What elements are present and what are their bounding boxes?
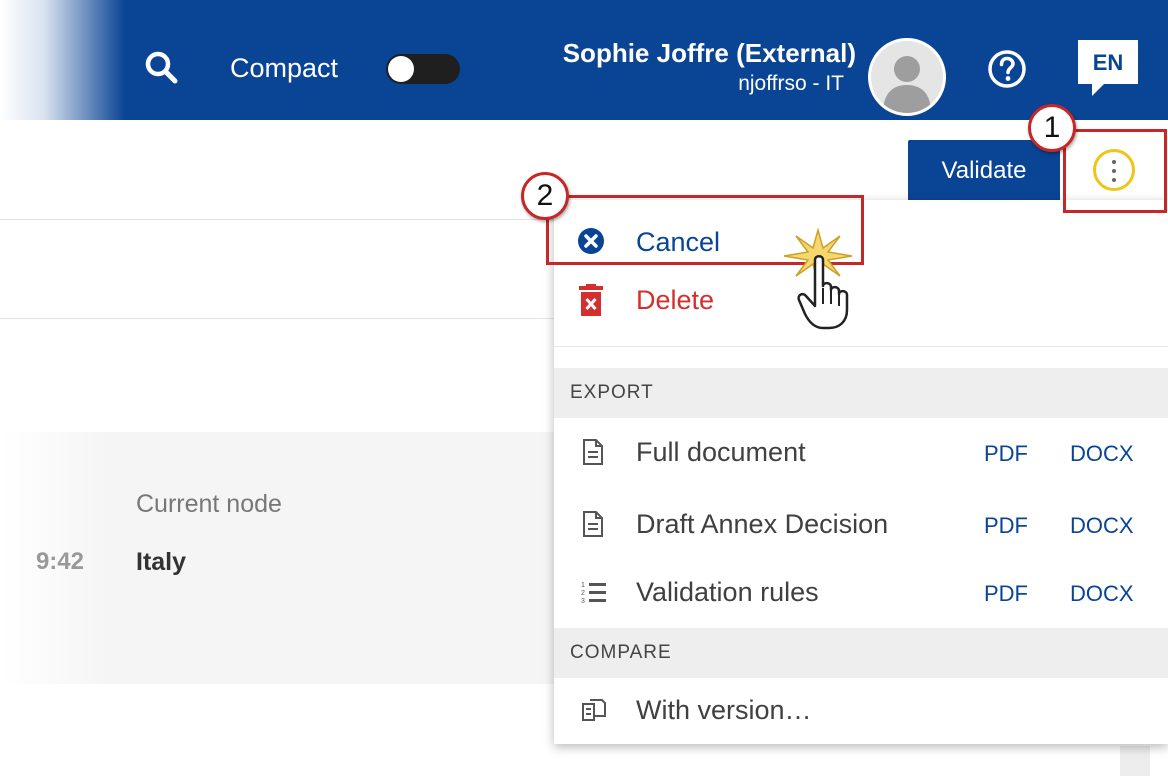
delete-label: Delete [636,285,715,315]
docx-link[interactable]: DOCX [1070,510,1134,542]
export-heading: EXPORT [554,368,1168,418]
svg-text:2: 2 [581,590,585,597]
user-silhouette-icon [883,56,931,113]
menu-item-cancel[interactable]: Cancel [554,216,1168,268]
more-actions-button[interactable] [1093,149,1135,191]
pdf-link[interactable]: PDF [984,510,1028,542]
search-icon[interactable] [142,48,182,88]
export-item-label: Validation rules [636,577,819,607]
help-icon[interactable] [986,48,1028,90]
divider [0,318,560,319]
svg-text:1: 1 [581,582,585,589]
trash-icon [579,284,603,316]
with-version-label: With version… [636,695,812,725]
time-value: 9:42 [35,548,84,575]
export-item-draft-annex: Draft Annex Decision PDF DOCX [554,504,1168,552]
user-subtitle: njoffrso - IT [738,72,844,95]
top-header: Compact Sophie Joffre (External) njoffrs… [0,0,1168,120]
export-item-label: Full document [636,437,806,467]
compare-icon [582,699,606,721]
scrollbar-fragment[interactable] [1120,746,1150,776]
compare-heading: COMPARE [554,628,1168,678]
language-code: EN [1093,50,1124,75]
kebab-icon [1112,160,1116,164]
document-icon [583,439,603,465]
menu-item-with-version[interactable]: With version… [554,690,1168,738]
docx-link[interactable]: DOCX [1070,438,1134,470]
cancel-circle-icon [578,228,604,254]
export-item-validation-rules: 1 2 3 Validation rules PDF DOCX [554,572,1168,620]
divider [0,219,560,220]
current-node-value: Italy [136,548,187,576]
user-name: Sophie Joffre (External) [562,38,856,68]
compact-label: Compact [230,53,339,83]
document-icon [583,511,603,537]
compact-toggle[interactable] [386,54,460,84]
kebab-icon [1112,178,1116,182]
callout-number-2: 2 [521,172,569,220]
menu-item-delete[interactable]: Delete [554,272,1168,328]
kebab-icon [1112,169,1116,173]
validate-button[interactable]: Validate [908,140,1060,202]
svg-text:3: 3 [581,598,585,605]
current-node-label: Current node [136,490,282,518]
header-fade [0,0,125,120]
pdf-link[interactable]: PDF [984,578,1028,610]
cancel-label: Cancel [636,227,721,257]
toggle-knob [388,56,414,82]
callout-number-1: 1 [1028,104,1076,152]
numbered-list-icon: 1 2 3 [581,582,606,605]
language-icon[interactable]: EN [1074,36,1142,100]
info-panel [0,432,600,684]
actions-menu: Cancel Delete EXPORT Full document PDF D… [554,200,1168,744]
menu-divider [554,346,1168,347]
avatar[interactable] [868,38,946,116]
pdf-link[interactable]: PDF [984,438,1028,470]
export-item-full-document: Full document PDF DOCX [554,432,1168,480]
docx-link[interactable]: DOCX [1070,578,1134,610]
export-item-label: Draft Annex Decision [636,509,889,539]
